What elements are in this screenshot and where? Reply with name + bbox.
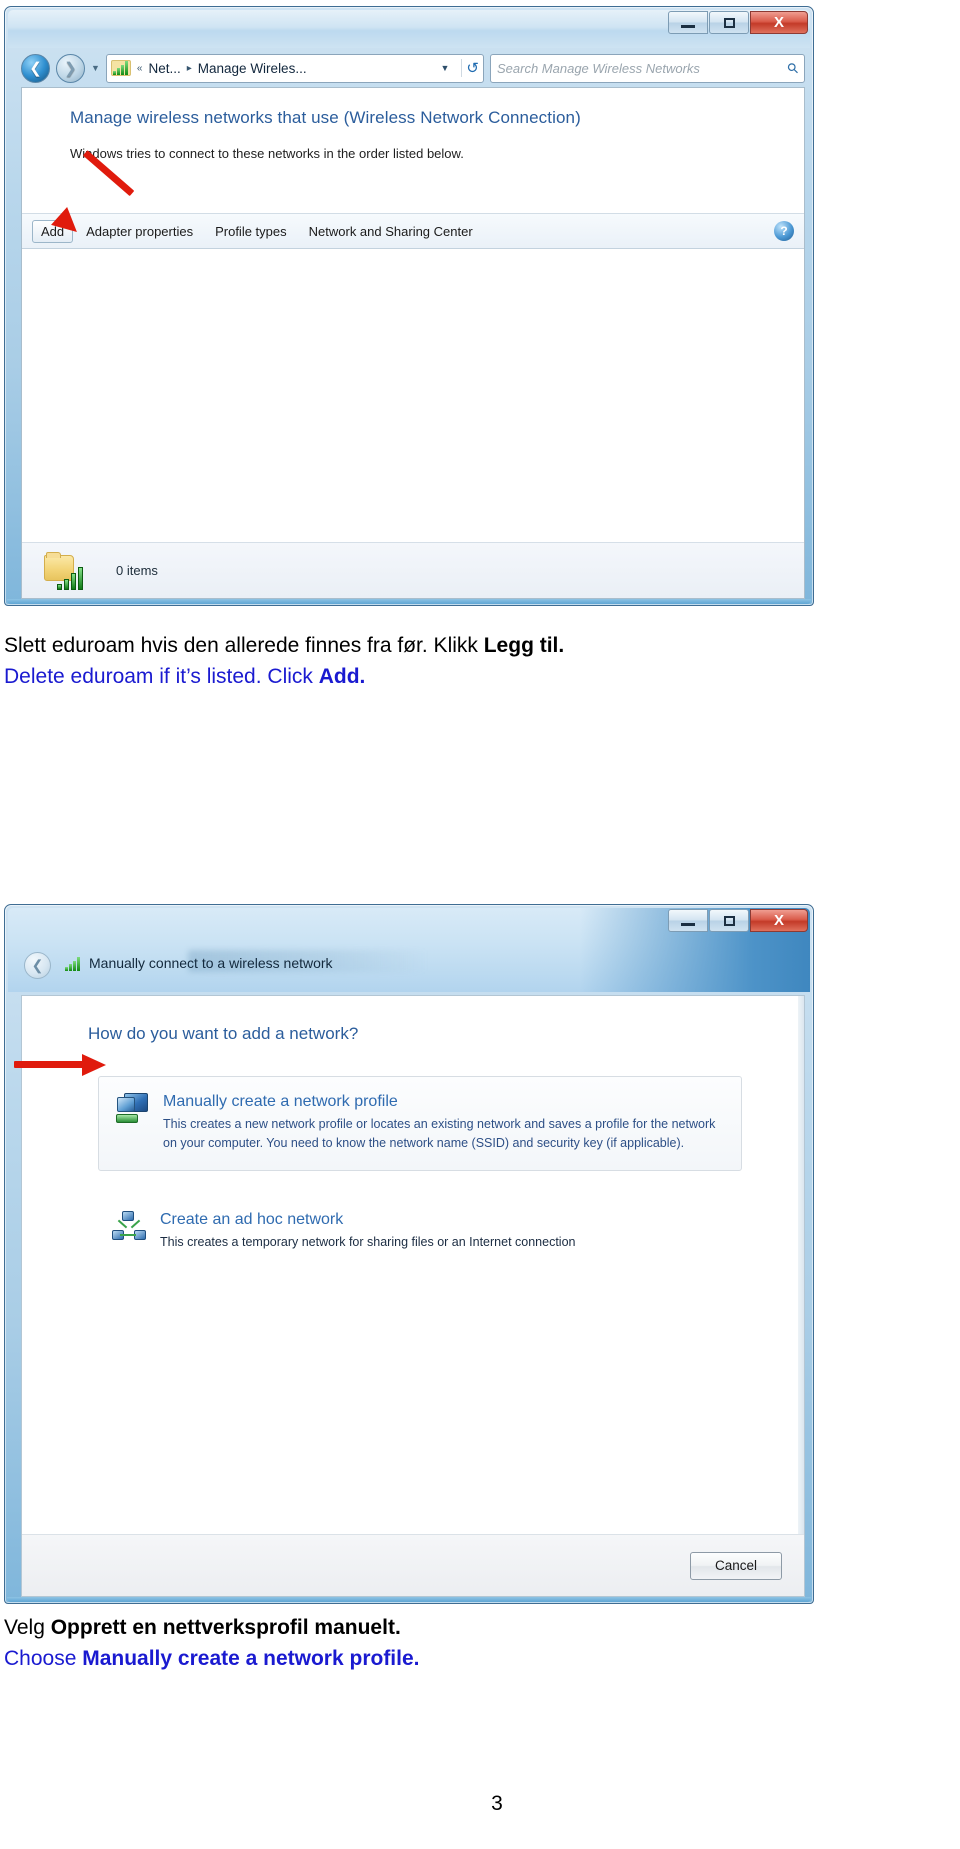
caption1-english: Delete eduroam if it’s listed. Click Add… bbox=[4, 661, 564, 692]
maximize-icon bbox=[723, 17, 735, 28]
option2-text-group: Create an ad hoc network This creates a … bbox=[160, 1211, 575, 1252]
option1-text-group: Manually create a network profile This c… bbox=[163, 1093, 723, 1152]
option2-title[interactable]: Create an ad hoc network bbox=[160, 1211, 575, 1229]
maximize-icon-2 bbox=[723, 915, 735, 926]
ad-hoc-network-icon bbox=[112, 1210, 146, 1241]
breadcrumb-overflow[interactable]: « bbox=[137, 63, 143, 74]
wizard-back-button[interactable]: ❮ bbox=[24, 952, 51, 979]
refresh-icon[interactable]: ↺ bbox=[461, 59, 479, 77]
network-profile-icon bbox=[115, 1093, 149, 1123]
wizard-title-label: Manually connect to a wireless network bbox=[89, 955, 333, 971]
caption1-norwegian: Slett eduroam hvis den allerede finnes f… bbox=[4, 630, 564, 661]
close-button[interactable]: X bbox=[750, 11, 808, 34]
folder-wireless-icon bbox=[40, 551, 90, 591]
network-list-area[interactable] bbox=[22, 249, 804, 542]
breadcrumb[interactable]: « Net... ▸ Manage Wireles... ▼ ↺ bbox=[105, 53, 484, 83]
document-page: X ❮ ❯ ▼ « Net... ▸ Manage Wireles... ▼ ↺… bbox=[0, 0, 960, 1849]
caption-block-2: Velg Opprett en nettverksprofil manuelt.… bbox=[4, 1612, 420, 1674]
forward-button[interactable]: ❯ bbox=[56, 53, 85, 83]
wireless-signal-icon bbox=[110, 60, 131, 76]
caption2-en-text: Choose bbox=[4, 1647, 83, 1670]
maximize-button[interactable] bbox=[709, 11, 749, 34]
window2-controls: X bbox=[668, 909, 808, 932]
window1-titlebar[interactable]: X bbox=[8, 10, 810, 48]
search-placeholder: Search Manage Wireless Networks bbox=[497, 60, 700, 76]
search-input[interactable]: Search Manage Wireless Networks ⚲ bbox=[490, 53, 805, 83]
caption2-no-bold: Opprett en nettverksprofil manuelt. bbox=[50, 1616, 401, 1639]
option1-description: This creates a new network profile or lo… bbox=[163, 1117, 716, 1150]
page-title: Manage wireless networks that use (Wirel… bbox=[70, 108, 581, 127]
annotation-arrow-manually-create bbox=[14, 1054, 110, 1076]
page-number: 3 bbox=[491, 1792, 503, 1815]
history-dropdown-icon[interactable]: ▼ bbox=[91, 63, 100, 73]
breadcrumb-item-net[interactable]: Net... bbox=[148, 61, 180, 76]
wireless-signal-icon-2 bbox=[64, 956, 82, 971]
pane-header: Manage wireless networks that use (Wirel… bbox=[22, 88, 804, 161]
caption1-no-bold: Legg til. bbox=[483, 634, 565, 657]
profile-types-button[interactable]: Profile types bbox=[206, 220, 296, 243]
close-button-2[interactable]: X bbox=[750, 909, 808, 932]
chevron-down-icon[interactable]: ▼ bbox=[435, 63, 456, 73]
wizard-question: How do you want to add a network? bbox=[88, 1024, 359, 1043]
minimize-icon-2 bbox=[681, 922, 695, 926]
network-and-sharing-center-button[interactable]: Network and Sharing Center bbox=[300, 220, 482, 243]
caption2-en-bold: Manually create a network profile. bbox=[82, 1647, 420, 1670]
status-bar: 0 items bbox=[22, 542, 804, 598]
caption2-english: Choose Manually create a network profile… bbox=[4, 1643, 420, 1674]
window1-content-pane: Manage wireless networks that use (Wirel… bbox=[21, 87, 805, 599]
wizard-title: Manually connect to a wireless network bbox=[64, 955, 333, 971]
caption2-norwegian: Velg Opprett en nettverksprofil manuelt. bbox=[4, 1612, 420, 1643]
status-item-count: 0 items bbox=[116, 563, 158, 578]
wizard-body: How do you want to add a network? Manual… bbox=[21, 995, 805, 1597]
manage-wireless-networks-window: X ❮ ❯ ▼ « Net... ▸ Manage Wireles... ▼ ↺… bbox=[4, 6, 814, 606]
window1-controls: X bbox=[668, 11, 808, 34]
help-icon[interactable]: ? bbox=[774, 221, 794, 241]
command-bar: Add Adapter properties Profile types Net… bbox=[22, 213, 804, 249]
annotation-arrow-add bbox=[48, 150, 135, 242]
caption2-no-text: Velg bbox=[4, 1616, 51, 1639]
cancel-button[interactable]: Cancel bbox=[690, 1551, 782, 1580]
breadcrumb-item-manage-wireless[interactable]: Manage Wireles... bbox=[198, 61, 307, 76]
option2-description: This creates a temporary network for sha… bbox=[160, 1235, 576, 1250]
page-subtitle: Windows tries to connect to these networ… bbox=[70, 146, 464, 161]
window2-titlebar[interactable]: X ❮ Manually connect to a wireless netwo… bbox=[8, 908, 810, 992]
minimize-button-2[interactable] bbox=[668, 909, 708, 932]
window1-address-row: ❮ ❯ ▼ « Net... ▸ Manage Wireles... ▼ ↺ S… bbox=[21, 51, 805, 85]
minimize-icon bbox=[681, 24, 695, 28]
option-manually-create-profile[interactable]: Manually create a network profile This c… bbox=[98, 1076, 742, 1171]
caption1-en-text: Delete eduroam if it’s listed. Click bbox=[4, 665, 319, 688]
breadcrumb-separator: ▸ bbox=[186, 62, 192, 74]
option-create-ad-hoc[interactable]: Create an ad hoc network This creates a … bbox=[112, 1210, 742, 1252]
manually-connect-wizard-window: X ❮ Manually connect to a wireless netwo… bbox=[4, 904, 814, 1604]
option1-title[interactable]: Manually create a network profile bbox=[163, 1093, 723, 1111]
caption1-no-text: Slett eduroam hvis den allerede finnes f… bbox=[4, 634, 484, 657]
caption1-en-bold: Add. bbox=[318, 665, 366, 688]
maximize-button-2[interactable] bbox=[709, 909, 749, 932]
caption-block-1: Slett eduroam hvis den allerede finnes f… bbox=[4, 630, 564, 692]
wizard-footer: Cancel bbox=[22, 1534, 804, 1596]
minimize-button[interactable] bbox=[668, 11, 708, 34]
back-button[interactable]: ❮ bbox=[21, 53, 50, 83]
vertical-scrollbar[interactable] bbox=[798, 996, 804, 1596]
